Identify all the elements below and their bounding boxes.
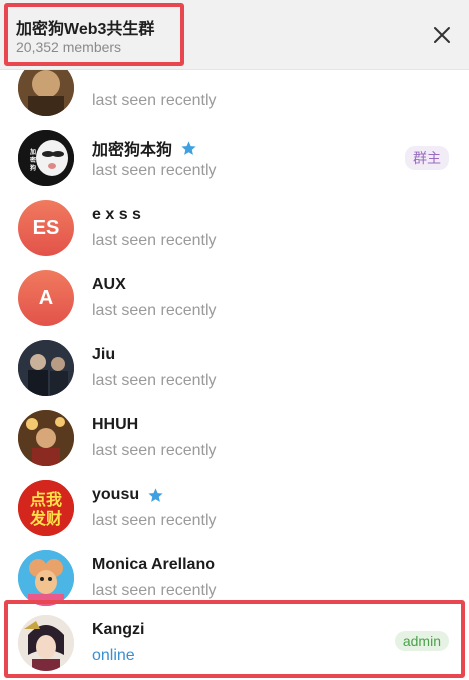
member-status-online: online <box>92 647 135 664</box>
member-name: yousu <box>92 486 140 503</box>
svg-text:加: 加 <box>29 148 36 156</box>
close-button[interactable] <box>429 22 455 48</box>
photo-avatar-icon <box>18 340 74 396</box>
member-row[interactable]: HHUH last seen recently <box>0 402 469 472</box>
member-status: last seen recently <box>92 162 217 179</box>
member-status: last seen recently <box>92 302 217 319</box>
svg-text:点我: 点我 <box>30 490 62 509</box>
member-name: 加密狗本狗 <box>92 142 173 159</box>
member-status: last seen recently <box>92 232 217 249</box>
member-row[interactable]: Kangzi online admin <box>0 607 469 677</box>
close-icon <box>434 27 450 43</box>
member-list[interactable]: last seen recently 加 密 狗 加密狗本狗 last seen… <box>0 70 469 680</box>
admin-badge: admin <box>394 631 449 651</box>
photo-avatar-icon <box>18 70 74 116</box>
owner-badge: 群主 <box>405 146 449 170</box>
avatar <box>18 70 74 116</box>
member-row[interactable]: 加 密 狗 加密狗本狗 last seen recently 群主 <box>0 122 469 192</box>
text-avatar-icon: 点我 发财 <box>18 480 74 536</box>
member-status: last seen recently <box>92 442 217 459</box>
avatar <box>18 615 74 671</box>
member-name-wrap: 加密狗本狗 <box>92 136 197 160</box>
svg-text:狗: 狗 <box>29 164 36 172</box>
avatar-initials: ES <box>32 216 60 239</box>
cartoon-mouse-avatar-icon <box>18 550 74 606</box>
member-row[interactable]: 点我 发财 yousu last seen recently <box>0 472 469 542</box>
member-row[interactable]: Monica Arellano last seen recently <box>0 542 469 612</box>
member-status: last seen recently <box>92 512 217 529</box>
avatar: 加 密 狗 <box>18 130 74 186</box>
photo-avatar-icon <box>18 410 74 466</box>
member-status: last seen recently <box>92 372 217 389</box>
avatar-initials: A <box>38 286 54 309</box>
avatar <box>18 410 74 466</box>
member-row[interactable]: last seen recently <box>0 70 469 122</box>
member-name-wrap: yousu <box>92 486 164 504</box>
member-name: Jiu <box>92 346 116 363</box>
member-status: last seen recently <box>92 582 217 599</box>
member-row[interactable]: Jiu last seen recently <box>0 332 469 402</box>
svg-text:发财: 发财 <box>29 509 62 528</box>
member-name: HHUH <box>92 416 139 433</box>
dog-avatar-icon: 加 密 狗 <box>18 130 74 186</box>
member-name: AUX <box>92 276 126 293</box>
member-status: last seen recently <box>92 92 217 109</box>
avatar <box>18 340 74 396</box>
avatar: ES <box>18 200 74 256</box>
avatar <box>18 550 74 606</box>
member-row[interactable]: ES e x s s last seen recently <box>0 192 469 262</box>
avatar: A <box>18 270 74 326</box>
verified-star-icon <box>181 140 196 155</box>
title-highlight-box <box>4 3 184 66</box>
anime-avatar-icon <box>18 615 74 671</box>
member-row[interactable]: A AUX last seen recently <box>0 262 469 332</box>
member-name: Monica Arellano <box>92 556 215 573</box>
svg-text:密: 密 <box>30 156 36 164</box>
verified-star-icon <box>148 487 163 502</box>
avatar: 点我 发财 <box>18 480 74 536</box>
member-name: e x s s <box>92 206 141 223</box>
member-name: Kangzi <box>92 621 145 638</box>
chat-header: 加密狗Web3共生群 20,352 members <box>0 0 469 70</box>
